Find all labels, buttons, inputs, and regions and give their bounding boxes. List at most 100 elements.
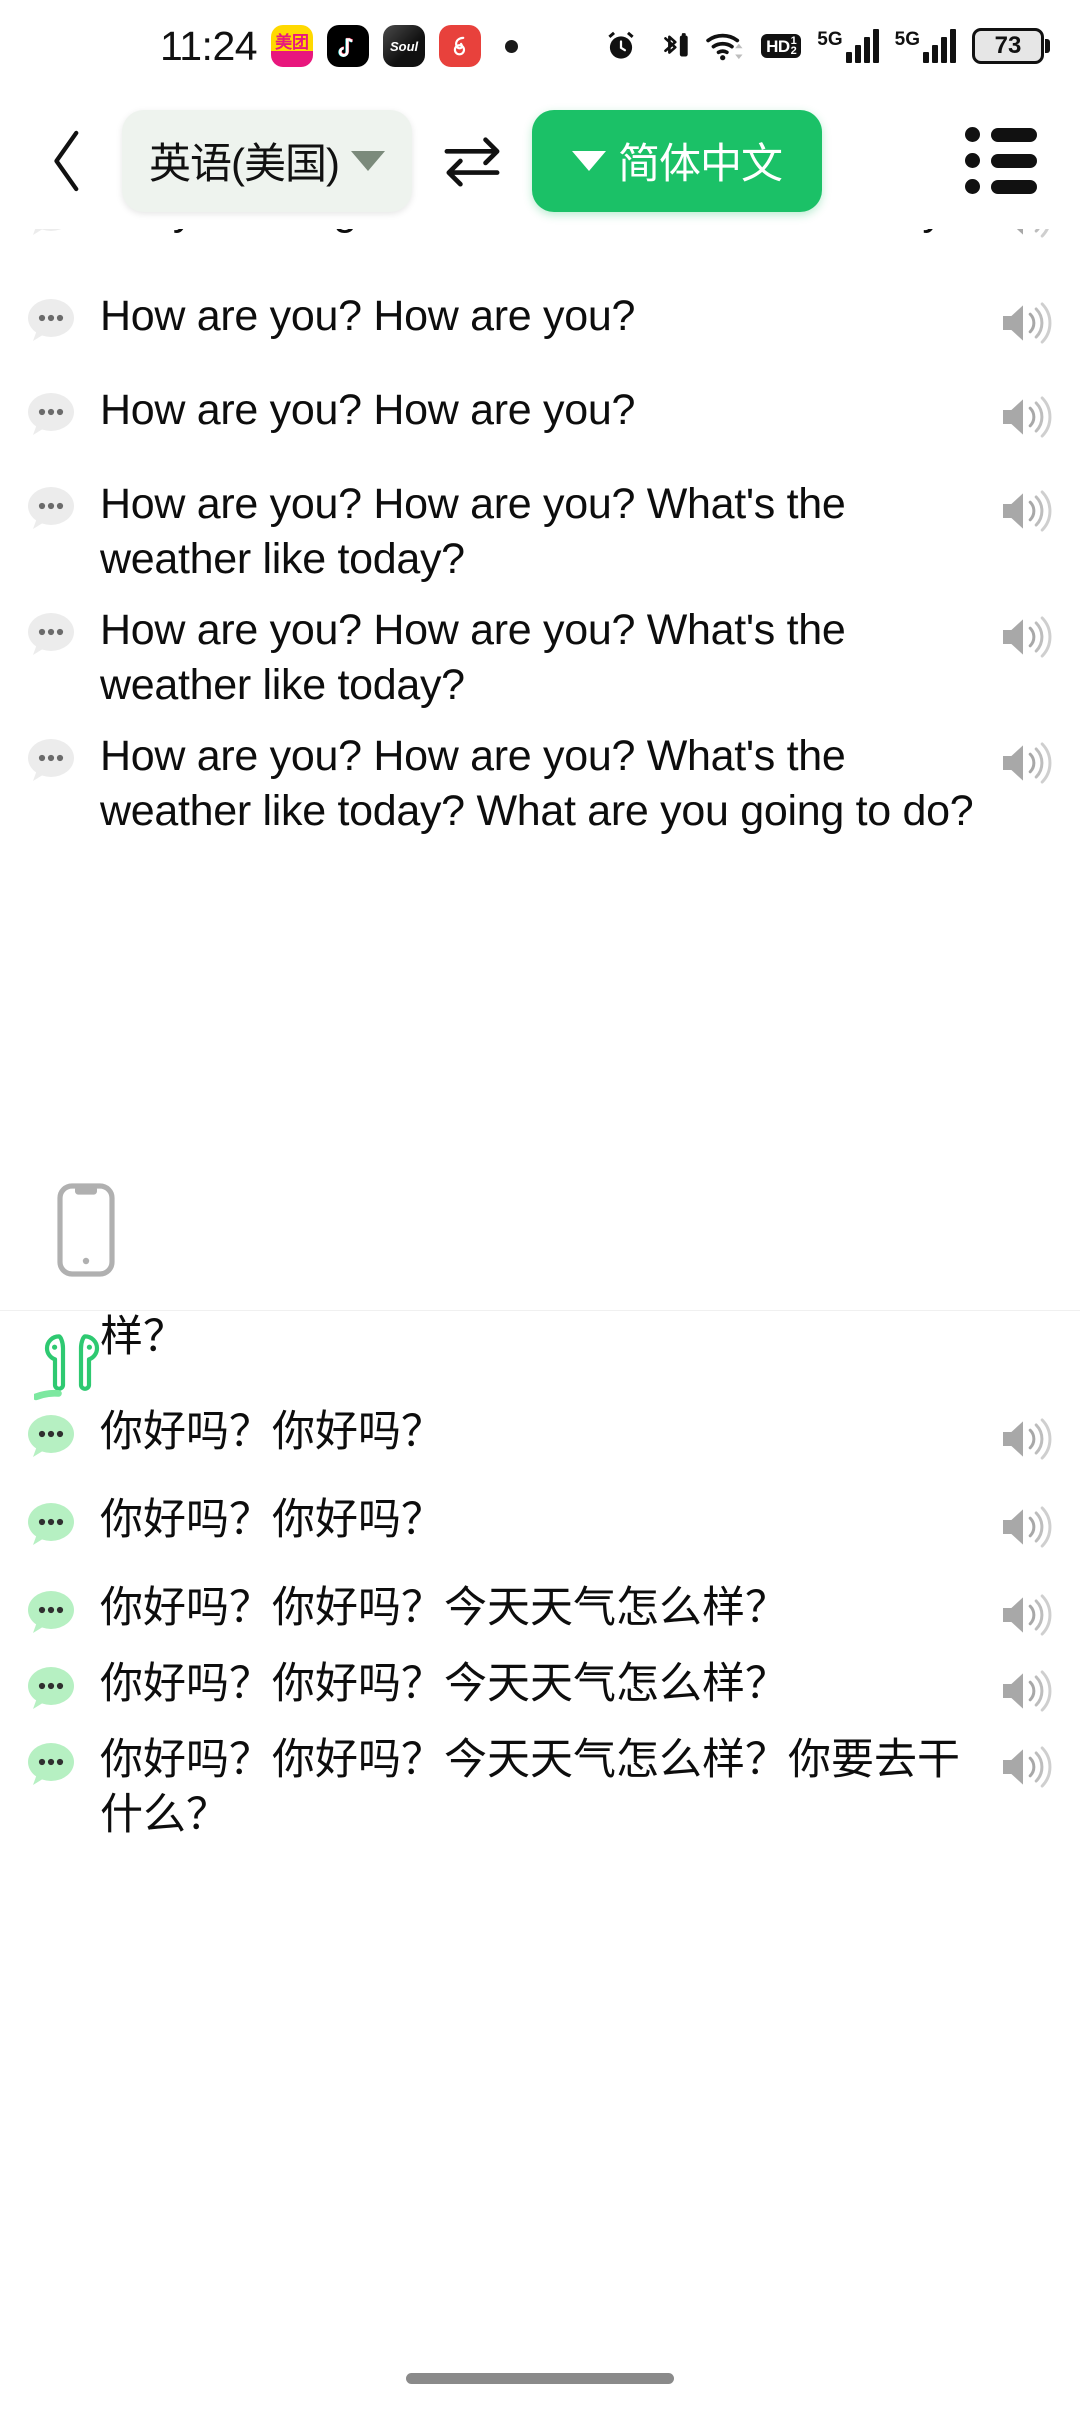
message-text: How are you? How are you? bbox=[100, 292, 636, 340]
message-body: How are you? How are you? bbox=[78, 289, 988, 344]
message-text: How are you? How are you? What's the wea… bbox=[100, 480, 846, 584]
list-item[interactable]: 你好吗？你好吗？ bbox=[0, 1493, 1080, 1553]
target-language-label: 简体中文 bbox=[617, 140, 783, 187]
play-audio-button[interactable] bbox=[988, 1589, 1066, 1641]
target-bubble-icon bbox=[24, 1501, 78, 1549]
message-text: How are you? How are you? What's the wea… bbox=[100, 732, 974, 836]
target-bubble-icon bbox=[24, 1413, 78, 1461]
source-bubble-icon bbox=[24, 391, 78, 439]
earbuds-output-button[interactable] bbox=[32, 1330, 126, 1415]
message-text: How are you? How are you? bbox=[100, 386, 636, 434]
phone-output-button[interactable] bbox=[56, 1182, 116, 1283]
signal-sim1-icon: 5G bbox=[817, 29, 879, 63]
chevron-left-icon bbox=[54, 130, 79, 191]
message-text: 你好吗？你好吗？今天天气怎么样？ bbox=[100, 1660, 788, 1709]
speaker-icon bbox=[1003, 1418, 1052, 1460]
source-bubble-icon bbox=[24, 737, 78, 785]
list-item[interactable]: 你好吗？你好吗？你在干什么？今天天气怎么样？ bbox=[0, 1310, 1080, 1365]
speaker-icon bbox=[997, 1310, 1057, 1315]
play-audio-button[interactable] bbox=[988, 391, 1066, 443]
network-type-sim1: 5G bbox=[817, 29, 843, 50]
message-body: 你好吗？你好吗？你在干什么？今天天气怎么样？ bbox=[78, 1311, 988, 1365]
play-audio-button[interactable] bbox=[988, 611, 1066, 663]
play-audio-button[interactable] bbox=[988, 1665, 1066, 1717]
source-transcript-pane[interactable]: are you doing? What's the weather like t… bbox=[0, 229, 1080, 1310]
volte-sub-bottom: 2 bbox=[790, 45, 797, 57]
message-body: How are you? How are you? What's the wea… bbox=[78, 729, 988, 839]
message-body: 你好吗？你好吗？今天天气怎么样？ bbox=[78, 1581, 988, 1636]
message-body: 你好吗？你好吗？今天天气怎么样？你要去干什么？ bbox=[78, 1733, 988, 1843]
app-header: 英语(美国) 简体中文 bbox=[0, 92, 1080, 229]
alarm-icon bbox=[608, 31, 634, 59]
battery-icon: 73 bbox=[972, 28, 1050, 64]
message-text: are you doing? What's the weather like t… bbox=[100, 229, 974, 238]
chevron-down-icon bbox=[571, 150, 606, 171]
play-audio-button[interactable] bbox=[988, 737, 1066, 789]
swap-languages-button[interactable] bbox=[412, 132, 532, 190]
soul-app-icon: Soul bbox=[383, 25, 426, 67]
play-audio-button[interactable] bbox=[988, 229, 1066, 243]
status-bar: 11:24 美团 Soul HD 1 2 5G 5G 73 bbox=[0, 0, 1080, 92]
notification-dot-icon bbox=[505, 39, 519, 53]
chevron-down-icon bbox=[350, 150, 385, 171]
message-body: 你好吗？你好吗？今天天气怎么样？ bbox=[78, 1657, 988, 1712]
home-indicator[interactable] bbox=[406, 2373, 674, 2384]
netease-music-app-icon bbox=[439, 25, 482, 67]
network-type-sim2: 5G bbox=[894, 29, 920, 50]
status-bar-clock: 11:24 bbox=[160, 22, 258, 69]
source-bubble-icon bbox=[24, 485, 78, 533]
message-body: 你好吗？你好吗？ bbox=[78, 1405, 988, 1460]
play-audio-button[interactable] bbox=[988, 1501, 1066, 1553]
status-bar-right: HD 1 2 5G 5G 73 bbox=[603, 28, 1050, 64]
list-item[interactable]: How are you? How are you? bbox=[0, 289, 1080, 349]
message-text: How are you? How are you? What's the wea… bbox=[100, 606, 846, 710]
volte-label: HD bbox=[766, 36, 790, 56]
play-audio-button[interactable] bbox=[988, 485, 1066, 537]
back-button[interactable] bbox=[20, 128, 116, 194]
list-item[interactable]: How are you? How are you? What's the wea… bbox=[0, 729, 1080, 839]
volte-hd-icon: HD 1 2 bbox=[761, 33, 802, 59]
source-bubble-icon bbox=[24, 297, 78, 345]
target-bubble-icon bbox=[24, 1310, 78, 1311]
message-text: 你好吗？你好吗？今天天气怎么样？你要去干什么？ bbox=[100, 1736, 960, 1840]
bluetooth-icon bbox=[664, 33, 688, 57]
signal-sim2-icon: 5G bbox=[895, 29, 956, 63]
list-item[interactable]: How are you? How are you? What's the wea… bbox=[0, 603, 1080, 713]
list-item[interactable]: 你好吗？你好吗？今天天气怎么样？ bbox=[0, 1581, 1080, 1641]
status-bar-left: 11:24 美团 Soul bbox=[160, 22, 519, 70]
play-audio-button[interactable] bbox=[988, 297, 1066, 349]
list-item[interactable]: 你好吗？你好吗？今天天气怎么样？你要去干什么？ bbox=[0, 1733, 1080, 1843]
list-item[interactable]: 你好吗？你好吗？今天天气怎么样？ bbox=[0, 1657, 1080, 1717]
message-text: 你好吗？你好吗？你在干什么？今天天气怎么样？ bbox=[100, 1313, 186, 1362]
list-item[interactable]: are you doing? What's the weather like t… bbox=[0, 229, 1080, 243]
translator-screen: 11:24 美团 Soul HD 1 2 5G 5G 73 英语(美国) 简体中… bbox=[0, 0, 1080, 2412]
message-body: How are you? How are you? bbox=[78, 383, 988, 438]
speaker-icon bbox=[1003, 742, 1052, 784]
play-audio-button[interactable] bbox=[988, 1413, 1066, 1465]
list-item[interactable]: How are you? How are you? bbox=[0, 383, 1080, 443]
target-language-selector[interactable]: 简体中文 bbox=[532, 109, 822, 212]
play-audio-button[interactable] bbox=[988, 1741, 1066, 1793]
swap-arrows-icon bbox=[444, 136, 500, 187]
message-text: 你好吗？你好吗？ bbox=[100, 1408, 444, 1457]
speaker-icon bbox=[1003, 396, 1052, 438]
list-item[interactable]: 你好吗？你好吗？ bbox=[0, 1405, 1080, 1465]
source-language-selector[interactable]: 英语(美国) bbox=[122, 109, 412, 212]
target-bubble-icon bbox=[24, 1665, 78, 1713]
target-transcript-pane[interactable]: 你好吗？你好吗？你在干什么？今天天气怎么样？ bbox=[0, 1310, 1080, 2412]
play-audio-button[interactable] bbox=[988, 1310, 1066, 1315]
message-text: 你好吗？你好吗？ bbox=[100, 1496, 444, 1545]
meituan-app-icon: 美团 bbox=[271, 25, 314, 67]
speaker-icon bbox=[1003, 1670, 1052, 1712]
speaker-icon bbox=[1003, 302, 1052, 344]
list-menu-icon bbox=[965, 127, 1037, 194]
list-item[interactable]: How are you? How are you? What's the wea… bbox=[0, 477, 1080, 587]
speaker-icon bbox=[1003, 616, 1052, 658]
earbuds-icon bbox=[32, 1334, 100, 1401]
speaker-icon bbox=[1003, 1594, 1052, 1636]
target-bubble-icon bbox=[24, 1589, 78, 1637]
menu-button[interactable] bbox=[956, 127, 1046, 194]
battery-level-label: 73 bbox=[994, 32, 1022, 59]
speaker-icon bbox=[1003, 1746, 1052, 1788]
speaker-icon bbox=[1016, 229, 1049, 238]
